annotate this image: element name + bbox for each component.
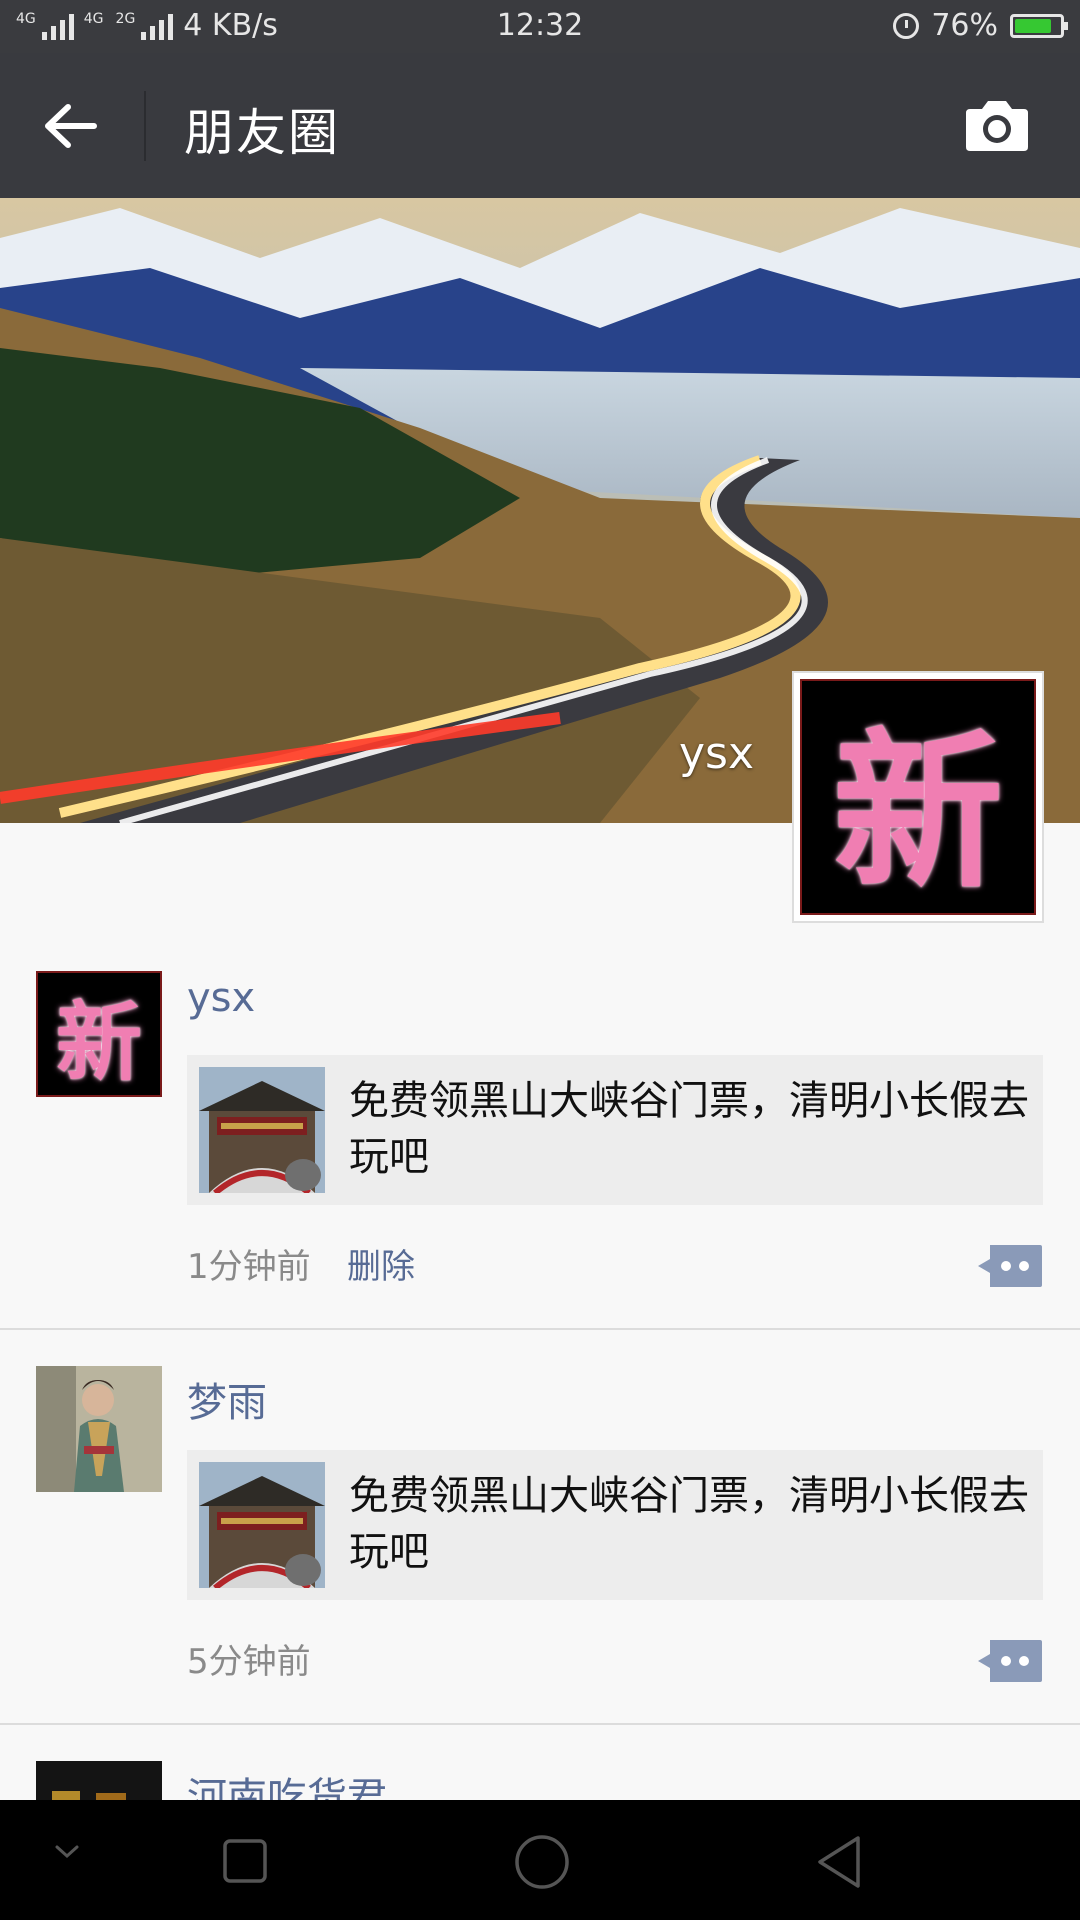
title-bar: 朋友圈 xyxy=(0,53,1080,198)
comment-more-icon[interactable] xyxy=(976,1243,1044,1289)
comment-more-icon[interactable] xyxy=(976,1638,1044,1684)
home-icon[interactable] xyxy=(514,1834,570,1890)
recent-apps-icon[interactable] xyxy=(222,1838,268,1884)
avatar[interactable]: 新 xyxy=(36,971,162,1097)
shared-link-card[interactable]: 免费领黑山大峡谷门票，清明小长假去玩吧 xyxy=(187,1055,1043,1205)
my-avatar[interactable]: 新 xyxy=(792,671,1044,923)
battery-percent: 76% xyxy=(931,8,998,43)
alarm-icon xyxy=(893,12,920,39)
battery-icon xyxy=(1010,13,1068,38)
link-title: 免费领黑山大峡谷门票，清明小长假去玩吧 xyxy=(349,1473,1029,1575)
status-right: 76% xyxy=(893,8,1068,43)
link-title: 免费领黑山大峡谷门票，清明小长假去玩吧 xyxy=(349,1078,1029,1180)
user-photo-avatar xyxy=(36,1366,162,1492)
link-thumbnail xyxy=(199,1067,325,1193)
avatar-char: 新 xyxy=(832,712,1003,912)
cover-user-name: ysx xyxy=(678,728,754,779)
page-title: 朋友圈 xyxy=(184,104,340,162)
status-bar: 4G 4G 2G 4 KB/s 12:32 76% xyxy=(0,0,1080,53)
delete-link[interactable]: 删除 xyxy=(347,1239,415,1288)
back-triangle-icon[interactable] xyxy=(814,1834,864,1890)
title-divider xyxy=(144,91,146,161)
post-author[interactable]: 梦雨 xyxy=(187,1370,267,1428)
post-time: 1分钟前 xyxy=(187,1247,311,1287)
post-divider xyxy=(0,1328,1080,1330)
post-time: 5分钟前 xyxy=(187,1642,311,1682)
chevron-down-icon[interactable] xyxy=(54,1844,80,1860)
battery-fill xyxy=(1015,18,1052,33)
avatar-char: 新 xyxy=(56,991,142,1093)
camera-icon[interactable] xyxy=(962,97,1032,153)
post-author[interactable]: ysx xyxy=(187,975,255,1021)
post-divider xyxy=(0,1723,1080,1725)
shared-link-card[interactable]: 免费领黑山大峡谷门票，清明小长假去玩吧 xyxy=(187,1450,1043,1600)
system-nav-bar xyxy=(0,1800,1080,1920)
dark-avatar-image xyxy=(36,1761,162,1801)
arrow-left-icon[interactable] xyxy=(40,101,100,151)
gate-thumbnail-image xyxy=(199,1067,325,1193)
gate-thumbnail-image xyxy=(199,1462,325,1588)
link-thumbnail xyxy=(199,1462,325,1588)
avatar[interactable] xyxy=(36,1366,162,1492)
